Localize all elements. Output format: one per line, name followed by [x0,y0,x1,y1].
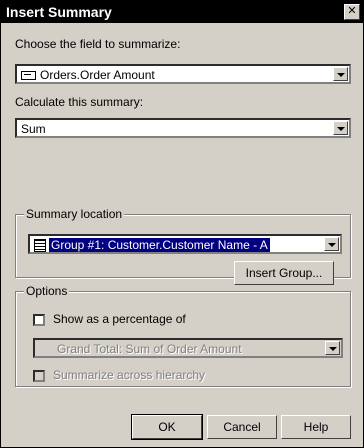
location-value: Group #1: Customer.Customer Name - A [49,238,270,252]
location-combo[interactable]: Group #1: Customer.Customer Name - A [28,234,342,254]
group-icon [34,239,46,253]
chevron-down-icon[interactable] [333,121,348,135]
options-legend: Options [24,284,70,298]
options-group: Options Show as a percentage of Grand To… [15,284,351,387]
title-bar: Insert Summary ✕ [1,1,363,23]
dialog-title: Insert Summary [6,4,112,20]
insert-summary-dialog: Insert Summary ✕ Choose the field to sum… [0,0,364,448]
hierarchy-checkbox[interactable] [33,370,45,382]
field-label: Choose the field to summarize: [15,37,181,51]
chevron-down-icon[interactable] [324,237,339,251]
close-icon: ✕ [347,5,357,17]
field-icon [21,71,36,81]
percent-combo[interactable]: Grand Total: Sum of Order Amount [33,338,343,358]
hierarchy-label[interactable]: Summarize across hierarchy [53,368,205,382]
summary-location-group: Summary location Group #1: Customer.Cust… [15,207,351,285]
calc-label: Calculate this summary: [15,95,144,109]
percent-label[interactable]: Show as a percentage of [53,312,186,326]
calc-combo[interactable]: Sum [15,118,351,138]
field-combo[interactable]: Orders.Order Amount [15,64,351,84]
cancel-button[interactable]: Cancel [207,415,277,439]
chevron-down-icon[interactable] [333,67,348,81]
percent-combo-value: Grand Total: Sum of Order Amount [57,342,242,356]
help-button[interactable]: Help [281,415,351,439]
percent-checkbox[interactable] [33,314,45,326]
chevron-down-icon[interactable] [325,341,340,355]
ok-button[interactable]: OK [131,414,203,440]
summary-location-legend: Summary location [24,207,125,221]
insert-group-button[interactable]: Insert Group... [234,261,334,285]
field-value: Orders.Order Amount [40,68,155,82]
calc-value: Sum [21,122,46,136]
close-button[interactable]: ✕ [344,4,360,20]
